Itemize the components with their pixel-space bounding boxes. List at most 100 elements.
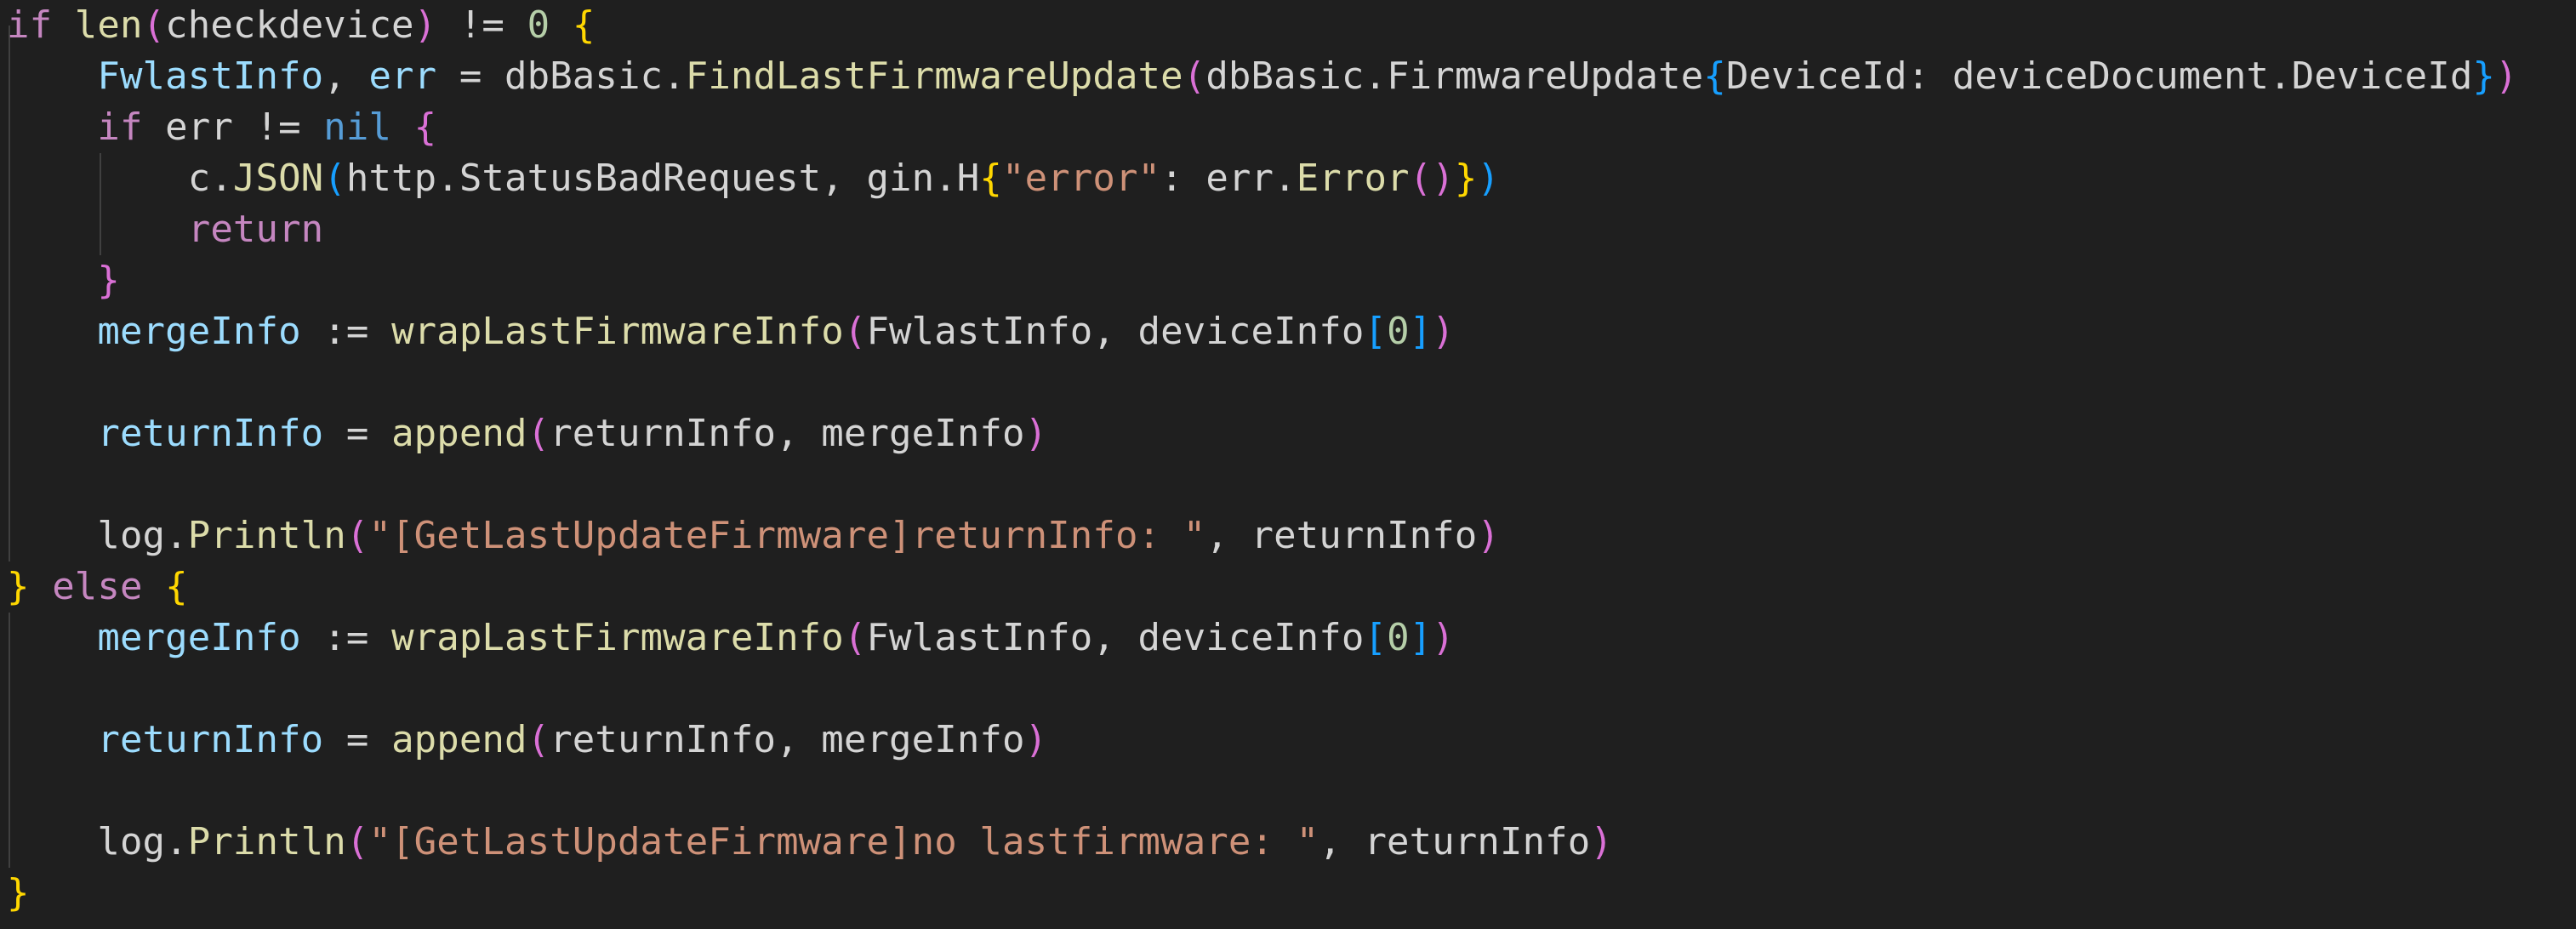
- code-token: http.StatusBadRequest, gin.H: [345, 157, 980, 200]
- code-token: !=: [436, 3, 527, 47]
- code-line-13[interactable]: mergeInfo := wrapLastFirmwareInfo(Fwlast…: [7, 613, 1455, 664]
- code-token: :=: [300, 616, 392, 659]
- code-line-5[interactable]: return: [7, 204, 323, 255]
- code-token: returnInfo, mergeInfo: [550, 718, 1025, 761]
- bracket-token: ): [1024, 412, 1048, 455]
- keyword-token: if: [7, 3, 53, 47]
- code-token: c.: [7, 157, 233, 200]
- code-token: returnInfo, mergeInfo: [550, 412, 1025, 455]
- code-token: checkdevice: [165, 3, 414, 47]
- bracket-token: (: [323, 157, 346, 200]
- variable-token: err: [368, 54, 437, 98]
- bracket-token: {: [1703, 54, 1726, 98]
- bracket-token: (: [1183, 54, 1206, 98]
- bracket-token: ]: [1409, 310, 1433, 353]
- function-token: Error: [1296, 157, 1410, 200]
- number-token: 0: [1387, 616, 1410, 659]
- code-token: =: [323, 718, 392, 761]
- bracket-token: ): [413, 3, 437, 47]
- function-token: Println: [187, 514, 346, 557]
- code-token: =: [323, 412, 392, 455]
- code-token: log.: [7, 820, 188, 863]
- code-line-18[interactable]: }: [7, 868, 30, 919]
- code-line-2[interactable]: FwlastInfo, err = dbBasic.FindLastFirmwa…: [7, 51, 2518, 102]
- function-token: wrapLastFirmwareInfo: [391, 310, 844, 353]
- bracket-token: (: [843, 310, 867, 353]
- code-line-15[interactable]: returnInfo = append(returnInfo, mergeInf…: [7, 715, 1047, 766]
- function-token: FindLastFirmwareUpdate: [685, 54, 1183, 98]
- function-token: len: [74, 3, 143, 47]
- bracket-token: (: [527, 412, 550, 455]
- code-line-7[interactable]: mergeInfo := wrapLastFirmwareInfo(Fwlast…: [7, 306, 1455, 357]
- variable-token: mergeInfo: [97, 616, 301, 659]
- bracket-token: [: [1364, 310, 1388, 353]
- code-line-3[interactable]: if err != nil {: [7, 102, 436, 153]
- code-token: err !=: [142, 105, 324, 149]
- bracket-token: (: [345, 514, 369, 557]
- function-token: Println: [187, 820, 346, 863]
- variable-token: returnInfo: [97, 718, 324, 761]
- bracket-token: }: [7, 565, 30, 608]
- code-line-9[interactable]: returnInfo = append(returnInfo, mergeInf…: [7, 408, 1047, 459]
- code-editor[interactable]: if len(checkdevice) != 0 { FwlastInfo, e…: [0, 0, 2576, 929]
- code-line-1[interactable]: if len(checkdevice) != 0 {: [7, 0, 595, 51]
- code-token: ,: [323, 54, 369, 98]
- code-token: FwlastInfo, deviceInfo: [866, 310, 1365, 353]
- code-token: , returnInfo: [1319, 820, 1591, 863]
- code-line-17[interactable]: log.Println("[GetLastUpdateFirmware]no l…: [7, 817, 1613, 868]
- bracket-token: ): [1432, 310, 1455, 353]
- function-token: append: [391, 718, 527, 761]
- bracket-token: }: [1454, 157, 1478, 200]
- code-token: dbBasic.FirmwareUpdate: [1205, 54, 1704, 98]
- code-line-6[interactable]: }: [7, 255, 120, 306]
- bracket-token: ): [2495, 54, 2518, 98]
- bracket-token: [: [1364, 616, 1388, 659]
- code-line-12[interactable]: } else {: [7, 561, 188, 613]
- bracket-token: ): [1432, 616, 1455, 659]
- bracket-token: {: [572, 3, 596, 47]
- bracket-token: (): [1409, 157, 1455, 200]
- bracket-token: (: [527, 718, 550, 761]
- function-token: wrapLastFirmwareInfo: [391, 616, 844, 659]
- function-token: JSON: [232, 157, 324, 200]
- variable-token: mergeInfo: [97, 310, 301, 353]
- bracket-token: ): [1590, 820, 1613, 863]
- bracket-token: (: [345, 820, 369, 863]
- variable-token: FwlastInfo: [97, 54, 324, 98]
- bracket-token: ): [1024, 718, 1048, 761]
- string-token: "[GetLastUpdateFirmware]returnInfo: ": [368, 514, 1206, 557]
- code-token: log.: [7, 514, 188, 557]
- keyword-token: return: [187, 208, 324, 251]
- bracket-token: (: [843, 616, 867, 659]
- code-line-11[interactable]: log.Println("[GetLastUpdateFirmware]retu…: [7, 510, 1500, 561]
- string-token: "error": [1002, 157, 1161, 200]
- bracket-token: {: [413, 105, 437, 149]
- bracket-token: (: [142, 3, 166, 47]
- bracket-token: {: [979, 157, 1002, 200]
- keyword-token: if: [97, 105, 143, 149]
- code-token: FwlastInfo, deviceInfo: [866, 616, 1365, 659]
- code-line-4[interactable]: c.JSON(http.StatusBadRequest, gin.H{"err…: [7, 153, 1500, 204]
- bracket-token: ]: [1409, 616, 1433, 659]
- keyword-token: else: [52, 565, 143, 608]
- number-token: 0: [527, 3, 550, 47]
- function-token: append: [391, 412, 527, 455]
- bracket-token: }: [7, 871, 30, 915]
- code-token: , returnInfo: [1205, 514, 1478, 557]
- bracket-token: {: [165, 565, 188, 608]
- string-token: "[GetLastUpdateFirmware]no lastfirmware:…: [368, 820, 1319, 863]
- bracket-token: }: [2472, 54, 2496, 98]
- code-token: = dbBasic.: [436, 54, 686, 98]
- bracket-token: ): [1477, 157, 1501, 200]
